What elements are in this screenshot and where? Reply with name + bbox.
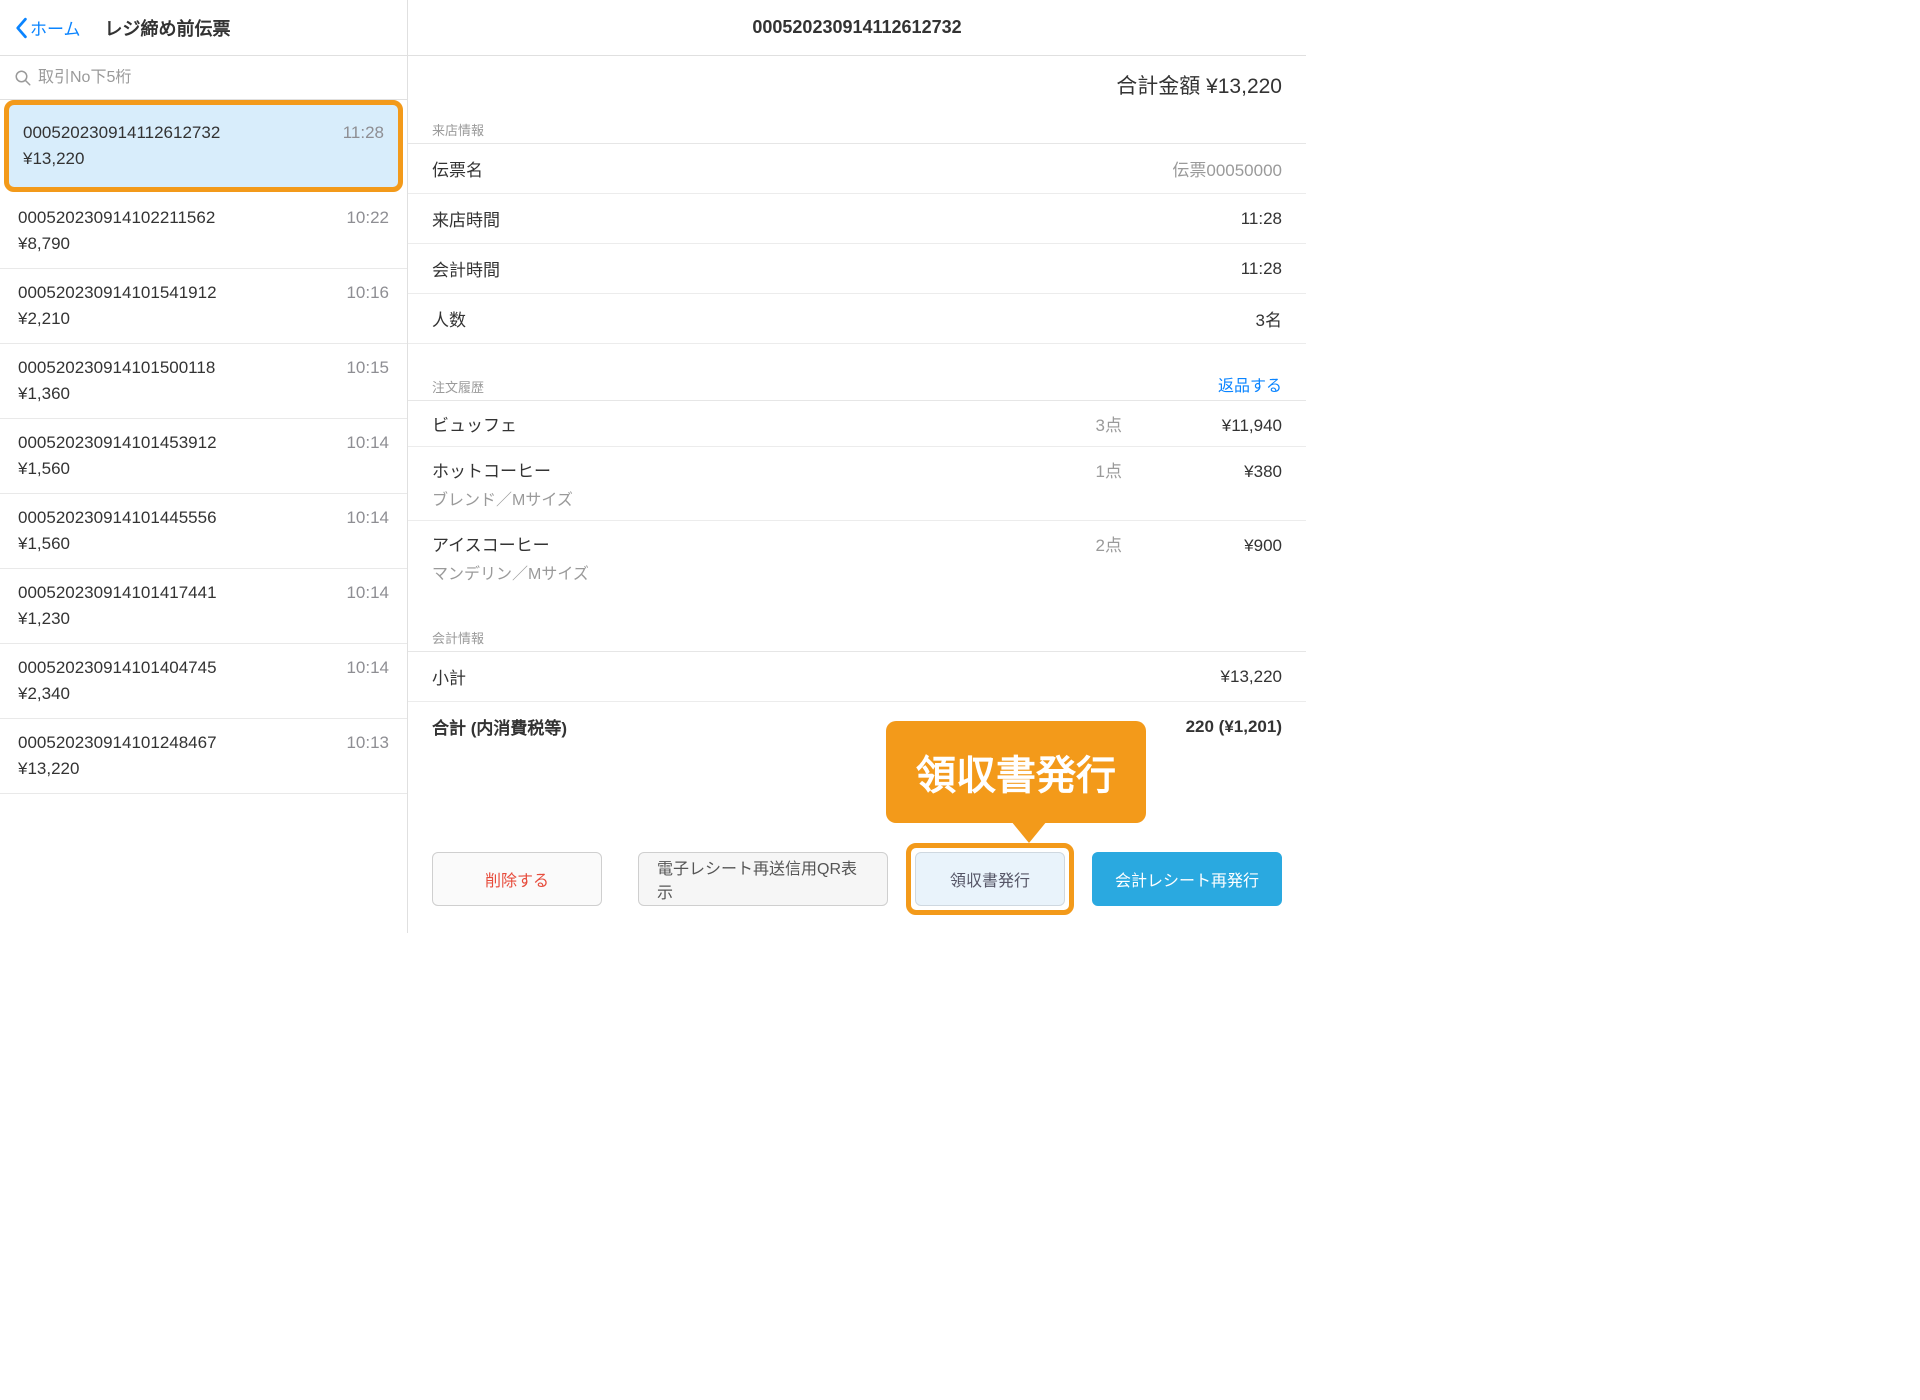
visit-time-row: 来店時間 11:28 [408,194,1306,244]
transaction-item[interactable]: 000520230914101445556 10:14 ¥1,560 [0,494,407,569]
transaction-id: 000520230914101404745 [18,658,217,678]
visit-section-title: 来店情報 [408,110,1306,144]
order-name: ビュッフェ [432,411,962,436]
account-section-title: 会計情報 [408,594,1306,652]
transaction-amount: ¥13,220 [23,149,384,169]
total-value: ¥13,220 [1206,75,1282,98]
transaction-amount: ¥1,230 [18,609,389,629]
transaction-id: 000520230914101445556 [18,508,217,528]
delete-button[interactable]: 削除する [432,852,602,906]
people-row: 人数 3名 [408,294,1306,344]
back-label: ホーム [30,15,81,40]
total-label: 合計金額 [1116,75,1200,98]
transaction-id: 000520230914102211562 [18,208,215,228]
order-price: ¥900 [1122,536,1282,556]
transaction-time: 11:28 [343,123,384,143]
order-section-title: 注文履歴 [432,377,484,396]
pay-time-row: 会計時間 11:28 [408,244,1306,294]
slip-name-row: 伝票名 伝票00050000 [408,144,1306,194]
order-section-head: 注文履歴 返品する [408,344,1306,401]
transaction-time: 10:13 [346,733,389,753]
transaction-amount: ¥8,790 [18,234,389,254]
transaction-id: 000520230914101453912 [18,433,217,453]
subtotal-row: 小計 ¥13,220 [408,652,1306,702]
order-row: ビュッフェ3点¥11,940 [408,401,1306,447]
transaction-amount: ¥13,220 [18,759,389,779]
transaction-id: 000520230914101500118 [18,358,215,378]
transaction-amount: ¥2,340 [18,684,389,704]
transaction-id: 000520230914101417441 [18,583,217,603]
order-price: ¥11,940 [1122,416,1282,436]
return-link[interactable]: 返品する [1218,372,1282,396]
transaction-id: 000520230914112612732 [23,123,220,143]
transaction-time: 10:16 [346,283,389,303]
transaction-item[interactable]: 000520230914101417441 10:14 ¥1,230 [0,569,407,644]
receipt-highlight: 領収書発行 [906,843,1074,915]
subtotal-label: 小計 [432,664,466,689]
grand-value: 220 (¥1,201) [1186,717,1282,737]
search-icon [14,69,32,87]
transaction-list[interactable]: 00052023091411261273211:28¥13,2200005202… [0,100,407,933]
transaction-amount: ¥1,360 [18,384,389,404]
transaction-item[interactable]: 000520230914101453912 10:14 ¥1,560 [0,419,407,494]
order-sub: マンデリン／Mサイズ [432,560,1282,584]
transaction-sidebar: ホーム レジ締め前伝票 000520230914112612732 11:28 ¥1… [0,0,408,933]
left-title: レジ締め前伝票 [105,15,231,41]
order-qty: 3点 [962,411,1122,436]
order-list: ビュッフェ3点¥11,940ホットコーヒー1点¥380ブレンド／Mサイズアイスコ… [408,401,1306,594]
order-qty: 2点 [962,531,1122,556]
transaction-amount: ¥2,210 [18,309,389,329]
transaction-amount: ¥1,560 [18,459,389,479]
slip-value: 伝票00050000 [1172,156,1282,181]
visit-time-value: 11:28 [1241,209,1282,229]
transaction-time: 10:22 [346,208,389,228]
transaction-time: 10:14 [346,433,389,453]
back-button[interactable]: ホーム [8,11,87,44]
transaction-time: 10:14 [346,658,389,678]
order-name: アイスコーヒー [432,531,962,556]
grand-total-row: 合計 (内消費税等) 220 (¥1,201) [408,702,1306,751]
transaction-time: 10:14 [346,583,389,603]
transaction-item[interactable]: 000520230914101248467 10:13 ¥13,220 [0,719,407,794]
slip-label: 伝票名 [432,156,483,181]
transaction-id: 000520230914101248467 [18,733,217,753]
qr-button[interactable]: 電子レシート再送信用QR表示 [638,852,888,906]
detail-pane: 000520230914112612732 合計金額 ¥13,220 来店情報 … [408,0,1306,933]
transaction-item[interactable]: 000520230914101404745 10:14 ¥2,340 [0,644,407,719]
order-row: アイスコーヒー2点¥900 マンデリン／Mサイズ [408,521,1306,594]
order-sub: ブレンド／Mサイズ [432,486,1282,510]
receipt-button[interactable]: 領収書発行 [915,852,1065,906]
transaction-amount: ¥1,560 [18,534,389,554]
pay-time-label: 会計時間 [432,256,500,281]
transaction-item-selected[interactable]: 000520230914112612732 11:28 ¥13,220 [4,100,403,192]
transaction-id: 000520230914101541912 [18,283,217,303]
order-qty: 1点 [962,457,1122,482]
transaction-time: 10:14 [346,508,389,528]
transaction-time: 10:15 [346,358,389,378]
transaction-item[interactable]: 000520230914102211562 10:22 ¥8,790 [0,194,407,269]
order-row: ホットコーヒー1点¥380 ブレンド／Mサイズ [408,447,1306,521]
chevron-left-icon [14,17,28,39]
subtotal-value: ¥13,220 [1221,667,1282,687]
callout-bubble: 領収書発行 [886,721,1146,823]
detail-header: 000520230914112612732 [408,0,1306,56]
search-input[interactable] [38,69,393,87]
total-bar: 合計金額 ¥13,220 [408,56,1306,110]
people-label: 人数 [432,306,466,331]
left-header: ホーム レジ締め前伝票 [0,0,407,56]
transaction-item[interactable]: 000520230914101500118 10:15 ¥1,360 [0,344,407,419]
reprint-button[interactable]: 会計レシート再発行 [1092,852,1282,906]
order-name: ホットコーヒー [432,457,962,482]
pay-time-value: 11:28 [1241,259,1282,279]
order-price: ¥380 [1122,462,1282,482]
people-value: 3名 [1256,306,1282,331]
transaction-item[interactable]: 000520230914101541912 10:16 ¥2,210 [0,269,407,344]
search-row[interactable] [0,56,407,100]
grand-label: 合計 (内消費税等) [432,714,567,739]
action-bar: 削除する 電子レシート再送信用QR表示 領収書発行 会計レシート再発行 [408,827,1306,933]
visit-time-label: 来店時間 [432,206,500,231]
